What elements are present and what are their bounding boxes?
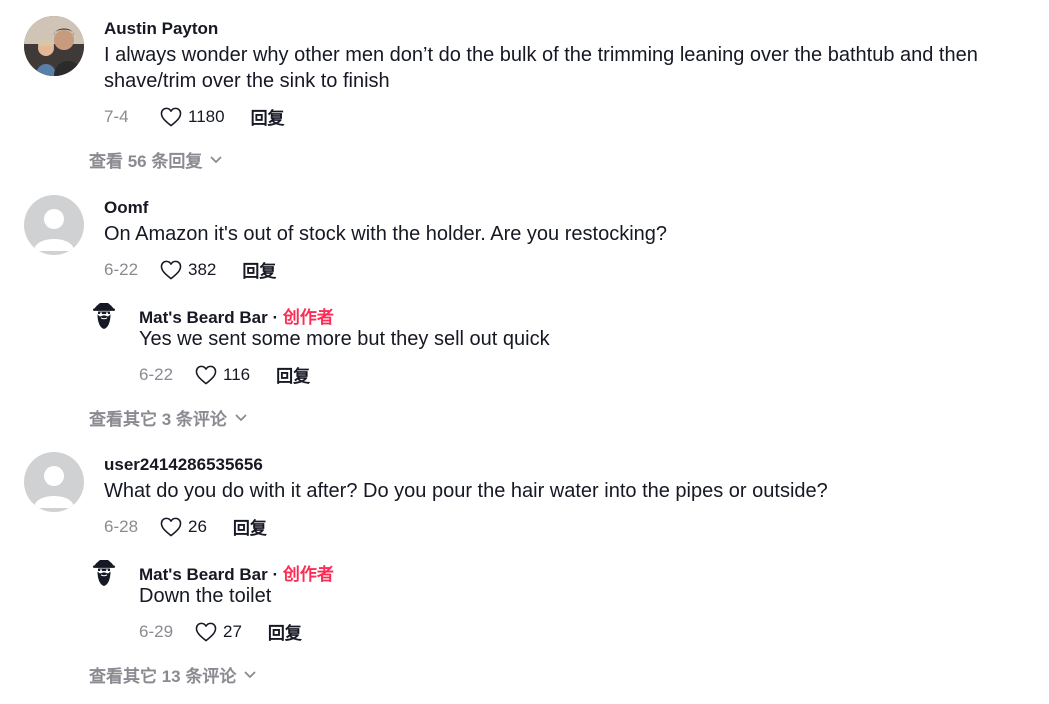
reply-author-row: Mat's Beard Bar · 创作者 [139,560,334,585]
reply-meta: 6-22 116 回复 [139,362,310,387]
reply-date: 6-22 [139,364,174,384]
like-button[interactable]: 382 [160,260,216,280]
like-count: 1180 [188,106,225,126]
separator: · [267,565,283,584]
like-count: 27 [223,621,242,641]
heart-outline-icon [160,517,182,537]
default-avatar-icon [24,452,84,512]
heart-outline-icon [195,622,217,642]
comment-text: I always wonder why other men don’t do t… [104,42,978,94]
heart-outline-icon [195,365,217,385]
comment-author[interactable]: Austin Payton [104,19,218,39]
reply-text: Down the toilet [139,585,272,607]
reply-meta: 6-29 27 回复 [139,619,302,644]
creator-badge: 创作者 [282,308,334,327]
chevron-down-icon [244,671,256,679]
view-replies-label: 查看 56 条回复 [89,152,203,171]
creator-avatar[interactable] [91,559,117,587]
comment-text: On Amazon it's out of stock with the hol… [104,223,668,245]
like-button[interactable]: 27 [195,622,242,642]
view-more-comments-button[interactable]: 查看其它 13 条评论 [89,662,256,687]
like-button[interactable]: 26 [160,517,207,537]
chevron-down-icon [235,414,247,422]
comment-date: 6-28 [104,516,139,536]
comment-author[interactable]: Oomf [104,198,148,218]
comment-author[interactable]: user2414286535656 [104,455,263,475]
beard-man-icon [91,302,117,330]
like-button[interactable]: 116 [195,365,250,385]
beard-man-icon [91,559,117,587]
reply-date: 6-29 [139,621,174,641]
comment-meta: 7-4 1180 回复 [104,104,285,129]
comment-text: What do you do with it after? Do you pou… [104,480,828,502]
default-avatar-icon [24,195,84,255]
like-count: 26 [188,516,207,536]
avatar[interactable] [24,195,84,255]
reply-button[interactable]: 回复 [242,257,276,282]
like-button[interactable]: 1180 [160,107,225,127]
comment-meta: 6-22 382 回复 [104,257,276,282]
reply-text: Yes we sent some more but they sell out … [139,328,550,350]
view-more-label: 查看其它 13 条评论 [89,667,237,686]
avatar-photo [24,16,84,76]
heart-outline-icon [160,107,182,127]
like-count: 382 [188,259,217,279]
comment-text-line: I always wonder why other men don’t do t… [104,44,978,66]
reply-button[interactable]: 回复 [276,362,310,387]
view-replies-button[interactable]: 查看 56 条回复 [89,147,222,172]
comment-text-line: shave/trim over the sink to finish [104,70,390,92]
reply-author-row: Mat's Beard Bar · 创作者 [139,303,334,328]
avatar[interactable] [24,16,84,76]
avatar[interactable] [24,452,84,512]
comment-date: 6-22 [104,259,139,279]
heart-outline-icon [160,260,182,280]
comment-meta: 6-28 26 回复 [104,514,267,539]
chevron-down-icon [210,156,222,164]
reply-author[interactable]: Mat's Beard Bar [139,565,268,584]
creator-avatar[interactable] [91,302,117,330]
creator-badge: 创作者 [282,565,334,584]
reply-button[interactable]: 回复 [251,104,285,129]
view-more-comments-button[interactable]: 查看其它 3 条评论 [89,405,247,430]
separator: · [267,308,283,327]
view-more-label: 查看其它 3 条评论 [89,410,227,429]
like-count: 116 [223,364,251,384]
comment-date: 7-4 [104,106,129,126]
reply-author[interactable]: Mat's Beard Bar [139,308,268,327]
reply-button[interactable]: 回复 [233,514,267,539]
reply-button[interactable]: 回复 [268,619,302,644]
